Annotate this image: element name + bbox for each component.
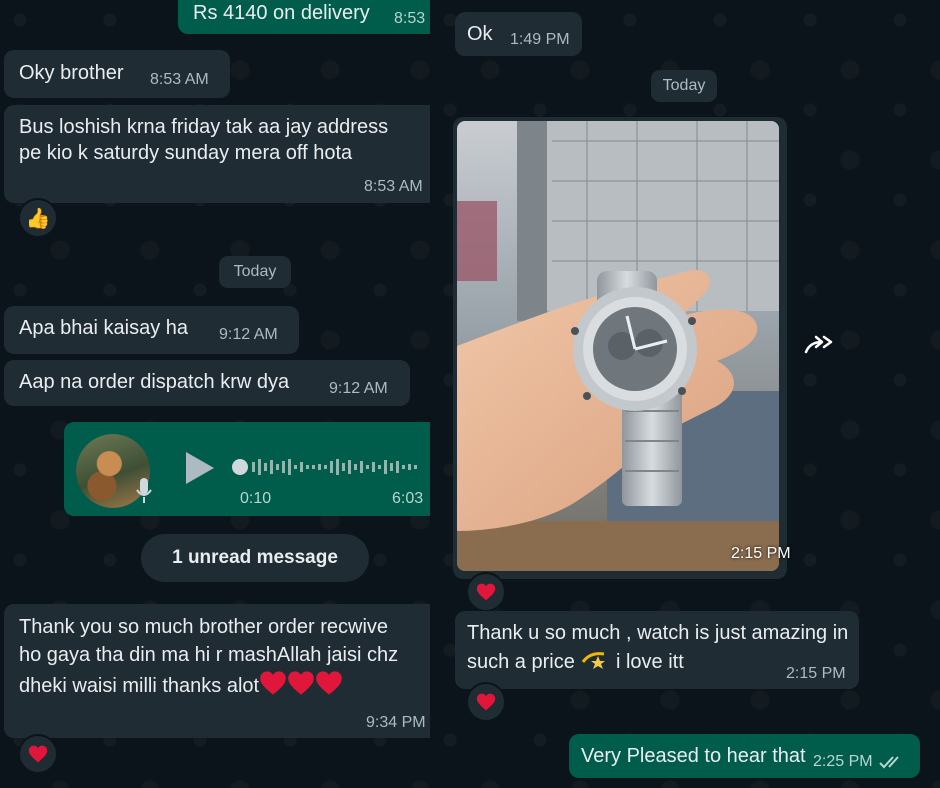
message-bubble-bus[interactable]: Bus loshish krna friday tak aa jay addre… bbox=[4, 105, 430, 203]
microphone-icon bbox=[136, 478, 152, 503]
message-text-line: Bus loshish krna friday tak aa jay addre… bbox=[19, 116, 389, 138]
message-time: 9:12 AM bbox=[329, 380, 388, 397]
message-text: Oky brother bbox=[19, 62, 124, 84]
dizzy-star-emoji-icon bbox=[582, 652, 606, 669]
forward-icon[interactable] bbox=[804, 334, 836, 358]
heart-emoji-icon bbox=[259, 670, 287, 696]
watch-photo[interactable] bbox=[457, 121, 779, 571]
unread-messages-chip: 1 unread message bbox=[141, 534, 369, 582]
message-time: 2:25 PM bbox=[813, 753, 873, 770]
date-chip: Today bbox=[219, 256, 291, 288]
message-text-line-3: dheki waisi milli thanks alot bbox=[19, 670, 343, 699]
message-bubble-oky[interactable]: Oky brother 8:53 AM bbox=[4, 50, 230, 98]
thumbs-up-icon: 👍 bbox=[25, 207, 51, 230]
message-text-line: Thank u so much , watch is just amazing … bbox=[467, 622, 849, 644]
heart-emoji-icon bbox=[287, 670, 315, 696]
message-bubble-aap[interactable]: Aap na order dispatch krw dya 9:12 AM bbox=[4, 360, 410, 406]
heart-icon bbox=[476, 692, 496, 712]
message-bubble-apa[interactable]: Apa bhai kaisay ha 9:12 AM bbox=[4, 306, 299, 354]
waveform[interactable] bbox=[230, 455, 430, 479]
message-bubble-ok[interactable]: Ok 1:49 PM bbox=[455, 12, 582, 56]
message-text-line-2: such a price i love itt bbox=[467, 648, 684, 675]
voice-note-bubble[interactable]: 0:10 6:03 bbox=[64, 422, 430, 516]
reaction-heart[interactable] bbox=[466, 682, 506, 722]
date-chip: Today bbox=[651, 70, 717, 102]
reaction-thumbs-up[interactable]: 👍 bbox=[18, 198, 58, 238]
message-bubble-thanku[interactable]: Thank u so much , watch is just amazing … bbox=[455, 611, 859, 689]
message-bubble-pleased[interactable]: Very Pleased to hear that 2:25 PM bbox=[569, 734, 920, 778]
heart-emoji-icon bbox=[315, 670, 343, 696]
image-time: 2:15 PM bbox=[731, 545, 791, 562]
voice-elapsed: 0:10 bbox=[240, 490, 272, 507]
message-text-line: Thank you so much brother order recwive bbox=[19, 616, 389, 638]
message-bubble-delivery[interactable]: Rs 4140 on delivery 8:53 bbox=[178, 0, 430, 34]
message-text: Aap na order dispatch krw dya bbox=[19, 371, 290, 393]
message-time: 8:53 AM bbox=[150, 71, 209, 88]
read-receipt-icon bbox=[879, 756, 899, 769]
message-time: 8:53 AM bbox=[364, 178, 423, 195]
reaction-heart[interactable] bbox=[18, 734, 58, 774]
message-text: Very Pleased to hear that bbox=[581, 745, 806, 767]
message-text-segment: i love itt bbox=[615, 651, 684, 673]
left-chat-pane: Rs 4140 on delivery 8:53 Oky brother 8:5… bbox=[0, 0, 430, 788]
message-text-line: ho gaya tha din ma hi r mashAllah jaisi … bbox=[19, 644, 399, 666]
message-text: Rs 4140 on delivery bbox=[193, 2, 370, 24]
right-chat-pane: Ok 1:49 PM Today 2:15 PM Thank u so much… bbox=[430, 0, 940, 788]
message-time: 9:12 AM bbox=[219, 326, 278, 343]
voice-duration: 6:03 bbox=[392, 490, 424, 507]
message-text: Ok bbox=[467, 23, 493, 45]
message-text-segment: dheki waisi milli thanks alot bbox=[19, 675, 260, 697]
message-text-segment: such a price bbox=[467, 651, 575, 673]
message-text-line: pe kio k saturdy sunday mera off hota bbox=[19, 142, 353, 164]
message-time: 2:15 PM bbox=[786, 665, 846, 682]
message-bubble-thankyou[interactable]: Thank you so much brother order recwive … bbox=[4, 604, 430, 738]
message-time: 8:53 bbox=[394, 10, 426, 27]
heart-icon bbox=[28, 744, 48, 764]
image-message-bubble[interactable]: 2:15 PM bbox=[453, 117, 791, 579]
message-time: 1:49 PM bbox=[510, 31, 570, 48]
message-text: Apa bhai kaisay ha bbox=[19, 317, 189, 339]
play-icon[interactable] bbox=[182, 450, 216, 486]
message-time: 9:34 PM bbox=[366, 714, 426, 731]
heart-icon bbox=[476, 582, 496, 602]
reaction-heart[interactable] bbox=[466, 572, 506, 612]
